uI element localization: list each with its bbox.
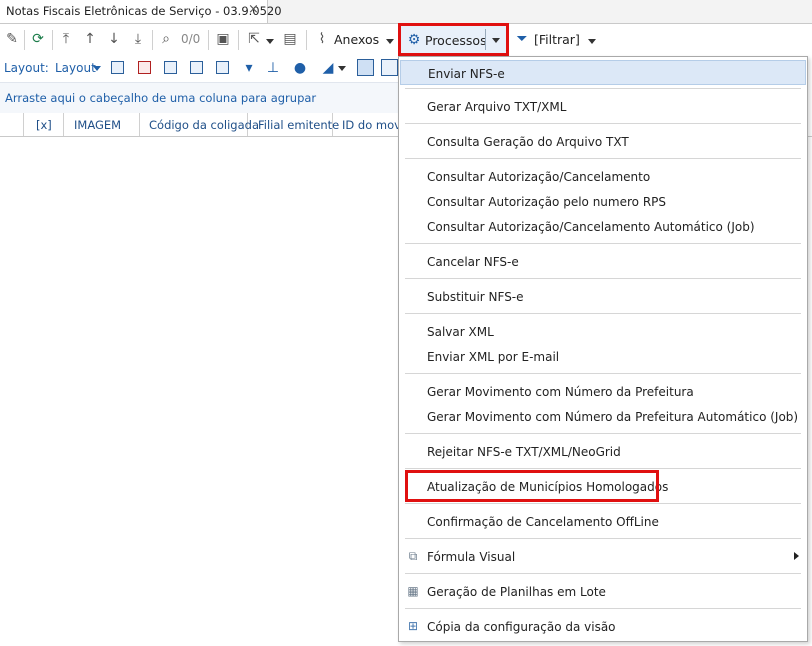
grid-copy-icon: ⊞ (407, 619, 419, 633)
button-split (485, 29, 486, 50)
rename-layout-icon[interactable] (164, 61, 177, 74)
menu-item-gerar-movimento-prefeitura[interactable]: Gerar Movimento com Número da Prefeitura (400, 379, 806, 404)
menu-item-gerar-arquivo-txt-xml[interactable]: Gerar Arquivo TXT/XML (400, 94, 806, 119)
column-header-filial-emitente[interactable]: Filial emitente (248, 113, 339, 136)
tab-title: Notas Fiscais Eletrônicas de Serviço - 0… (6, 4, 282, 18)
chevron-down-icon[interactable] (492, 38, 500, 43)
processos-label: Processos (425, 33, 487, 48)
menu-item-cancelar-nfse[interactable]: Cancelar NFS-e (400, 249, 806, 274)
pin-icon[interactable]: ▾ (241, 60, 257, 76)
last-record-icon[interactable]: ⤓ (130, 31, 146, 47)
processos-menu: Enviar NFS-e Gerar Arquivo TXT/XML Consu… (398, 56, 808, 642)
toolbar-separator (152, 30, 153, 50)
row-indicator-column (0, 113, 24, 136)
close-icon[interactable]: × (248, 2, 259, 17)
document-icon[interactable]: ▤ (282, 31, 298, 47)
filter-icon[interactable]: ⏷ (514, 31, 530, 47)
previous-record-icon[interactable]: ↑ (82, 31, 98, 47)
menu-separator (405, 123, 801, 124)
pencil-icon[interactable]: ✎ (4, 31, 20, 47)
gear-icon: ⚙ (407, 32, 421, 48)
menu-item-gerar-movimento-prefeitura-automatico[interactable]: Gerar Movimento com Número da Prefeitura… (400, 404, 806, 429)
search-icon[interactable]: ⌕ (158, 31, 174, 47)
processos-button[interactable]: ⚙ Processos (398, 23, 509, 56)
layout-toolbar: Layout: Layout ▾ ⊥ ● ◢ (0, 56, 400, 81)
view-single-icon[interactable] (357, 59, 374, 76)
toolbar-separator (52, 30, 53, 50)
toolbar-separator (238, 30, 239, 50)
import-layout-icon[interactable] (190, 61, 203, 74)
view-split-icon[interactable] (381, 59, 398, 76)
toolbar-separator (24, 30, 25, 50)
delete-layout-icon[interactable] (138, 61, 151, 74)
menu-separator (405, 538, 801, 539)
column-header-codigo-coligada[interactable]: Código da coligada (140, 113, 259, 136)
paperclip-icon[interactable]: ⌇ (314, 31, 330, 47)
menu-separator (405, 243, 801, 244)
diagram-icon: ⧉ (408, 549, 418, 563)
column-header-id-movimento[interactable]: ID do movin (333, 113, 400, 136)
menu-separator (405, 313, 801, 314)
column-header-imagem[interactable]: IMAGEM (64, 113, 140, 136)
chevron-down-icon[interactable] (338, 66, 346, 71)
menu-separator (405, 608, 801, 609)
tab-notas-fiscais[interactable]: Notas Fiscais Eletrônicas de Serviço - 0… (0, 0, 282, 23)
column-header-select[interactable]: [x] (24, 113, 64, 136)
menu-item-geracao-planilhas-lote[interactable]: ▦ Geração de Planilhas em Lote (400, 579, 806, 604)
toolbar-separator (306, 30, 307, 50)
menu-item-consulta-geracao-txt[interactable]: Consulta Geração do Arquivo TXT (400, 129, 806, 154)
toolbar-separator (208, 30, 209, 50)
layout-dropdown[interactable]: Layout (55, 61, 96, 75)
menu-item-salvar-xml[interactable]: Salvar XML (400, 319, 806, 344)
menu-item-copia-configuracao-visao[interactable]: ⊞ Cópia da configuração da visão (400, 614, 806, 639)
menu-separator (405, 433, 801, 434)
menu-separator (405, 88, 801, 89)
menu-item-enviar-xml-email[interactable]: Enviar XML por E-mail (400, 344, 806, 369)
spreadsheet-icon: ▦ (407, 584, 419, 598)
thumbtack-icon[interactable]: ⊥ (265, 60, 281, 76)
menu-item-enviar-nfse[interactable]: Enviar NFS-e (400, 60, 806, 85)
menu-separator (405, 158, 801, 159)
menu-item-consultar-autorizacao-automatico[interactable]: Consultar Autorização/Cancelamento Autom… (400, 214, 806, 239)
chevron-down-icon[interactable] (386, 39, 394, 44)
refresh-icon[interactable]: ⟳ (30, 31, 46, 47)
highlight-box (405, 470, 659, 502)
chart-icon[interactable]: ◢ (320, 60, 336, 76)
filtrar-button[interactable]: [Filtrar] (534, 32, 580, 47)
menu-item-substituir-nfse[interactable]: Substituir NFS-e (400, 284, 806, 309)
menu-item-confirmacao-cancelamento-offline[interactable]: Confirmação de Cancelamento OffLine (400, 509, 806, 534)
group-by-hint: Arraste aqui o cabeçalho de uma coluna p… (5, 91, 317, 105)
chevron-down-icon[interactable] (266, 39, 274, 44)
menu-separator (405, 468, 801, 469)
menu-separator (405, 503, 801, 504)
record-counter: 0/0 (181, 32, 201, 46)
export-icon[interactable]: ⇱ (246, 31, 262, 47)
tab-bar: Notas Fiscais Eletrônicas de Serviço - 0… (0, 0, 812, 24)
layout-panel-icon[interactable]: ▣ (215, 31, 231, 47)
layout-label: Layout: (4, 61, 49, 75)
menu-item-formula-visual[interactable]: ⧉ Fórmula Visual (400, 544, 806, 569)
menu-item-rejeitar-nfse[interactable]: Rejeitar NFS-e TXT/XML/NeoGrid (400, 439, 806, 464)
menu-separator (405, 278, 801, 279)
chevron-down-icon[interactable] (588, 39, 596, 44)
color-icon[interactable]: ● (292, 60, 308, 76)
menu-separator (405, 373, 801, 374)
export-layout-icon[interactable] (216, 61, 229, 74)
submenu-arrow-icon (794, 552, 799, 560)
chevron-down-icon[interactable] (93, 66, 101, 71)
add-layout-icon[interactable] (111, 61, 124, 74)
menu-item-consultar-autorizacao-cancelamento[interactable]: Consultar Autorização/Cancelamento (400, 164, 806, 189)
next-record-icon[interactable]: ↓ (106, 31, 122, 47)
menu-item-consultar-autorizacao-rps[interactable]: Consultar Autorização pelo numero RPS (400, 189, 806, 214)
anexos-button[interactable]: Anexos (334, 32, 379, 47)
menu-separator (405, 573, 801, 574)
first-record-icon[interactable]: ⤒ (58, 31, 74, 47)
group-by-panel[interactable]: Arraste aqui o cabeçalho de uma coluna p… (0, 82, 400, 114)
